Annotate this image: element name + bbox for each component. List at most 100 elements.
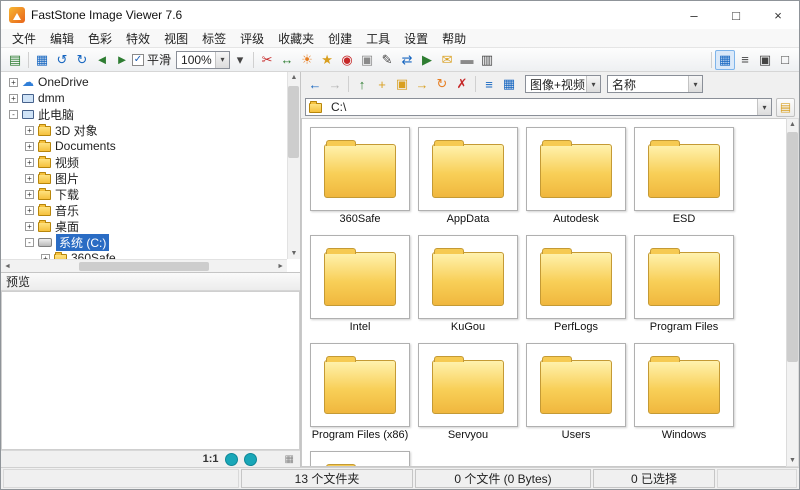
move-to-folder-icon[interactable]: →: [412, 74, 432, 94]
tree-item-music[interactable]: + 音乐: [3, 202, 300, 218]
tree-item-dmm[interactable]: + dmm: [3, 90, 300, 106]
close-button[interactable]: ×: [757, 1, 799, 29]
scroll-up-icon[interactable]: ▲: [291, 74, 298, 81]
scroll-down-icon[interactable]: ▼: [291, 250, 298, 257]
tree-item-videos[interactable]: + 视频: [3, 154, 300, 170]
folder-thumb-servyou[interactable]: Servyou: [418, 343, 518, 441]
browser-scrollbar-thumb[interactable]: [787, 132, 798, 362]
effects-icon[interactable]: ★: [317, 50, 337, 70]
folder-up-icon[interactable]: ↑: [352, 74, 372, 94]
folder-thumb-program-files[interactable]: Program Files: [634, 235, 734, 333]
folder-thumb-program-files-x86[interactable]: Program Files (x86): [310, 343, 410, 441]
folder-thumb-windows[interactable]: Windows: [634, 343, 734, 441]
rotate-right-icon[interactable]: ↻: [72, 50, 92, 70]
tree-item-documents[interactable]: + Documents: [3, 138, 300, 154]
folder-thumb-intel[interactable]: Intel: [310, 235, 410, 333]
menu-colors[interactable]: 色彩: [81, 30, 119, 47]
folder-thumb-autodesk[interactable]: Autodesk: [526, 127, 626, 225]
folder-thumb-appdata[interactable]: AppData: [418, 127, 518, 225]
panel-resize-icon[interactable]: ▦: [285, 454, 294, 465]
scroll-right-icon[interactable]: ►: [277, 263, 284, 270]
expander-icon[interactable]: +: [25, 158, 34, 167]
tiles-view-icon[interactable]: ▦: [499, 74, 519, 94]
new-folder-icon[interactable]: +: [372, 74, 392, 94]
resize-icon[interactable]: ↔: [277, 50, 297, 70]
crop-icon[interactable]: ✂: [257, 50, 277, 70]
expander-icon[interactable]: +: [25, 190, 34, 199]
tree-item-3d-objects[interactable]: + 3D 对象: [3, 122, 300, 138]
prev-image-icon[interactable]: ◄: [92, 50, 112, 70]
folder-thumb-360safe[interactable]: 360Safe: [310, 127, 410, 225]
scroll-down-icon[interactable]: ▼: [789, 457, 796, 464]
layout-view-icon[interactable]: ▣: [755, 50, 775, 70]
red-eye-icon[interactable]: ◉: [337, 50, 357, 70]
folder-thumb-perflogs[interactable]: PerfLogs: [526, 235, 626, 333]
chevron-down-icon[interactable]: ▾: [757, 99, 771, 115]
scroll-up-icon[interactable]: ▲: [789, 121, 796, 128]
zoom-combobox[interactable]: 100% ▾: [176, 51, 230, 69]
list-view-icon[interactable]: ≡: [735, 50, 755, 70]
zoom-fit-icon[interactable]: [225, 453, 238, 466]
minimize-button[interactable]: –: [673, 1, 715, 29]
menu-view[interactable]: 视图: [157, 30, 195, 47]
tree-hscrollbar-thumb[interactable]: [79, 262, 209, 271]
expander-icon[interactable]: +: [25, 222, 34, 231]
browse-icon[interactable]: ▤: [5, 50, 25, 70]
scan-icon[interactable]: ▬: [457, 50, 477, 70]
expander-icon[interactable]: +: [25, 174, 34, 183]
compare-icon[interactable]: ⇄: [397, 50, 417, 70]
filter-combobox[interactable]: 图像+视频 ▾: [525, 75, 601, 93]
tree-horizontal-scrollbar[interactable]: ◄ ►: [1, 259, 287, 272]
fullscreen-icon[interactable]: □: [775, 50, 795, 70]
forward-icon[interactable]: →: [325, 74, 345, 94]
tree-scrollbar-thumb[interactable]: [288, 86, 299, 158]
details-view-icon[interactable]: ≡: [479, 74, 499, 94]
tree-item-this-pc[interactable]: - 此电脑: [3, 106, 300, 122]
chevron-down-icon[interactable]: ▾: [586, 76, 600, 92]
tree-item-system-c[interactable]: - 系统 (C:): [3, 234, 300, 250]
zoom-options-icon[interactable]: ▾: [230, 50, 250, 70]
tree-item-onedrive[interactable]: + ☁ OneDrive: [3, 74, 300, 90]
print-icon[interactable]: ▥: [477, 50, 497, 70]
refresh-icon[interactable]: ↻: [432, 74, 452, 94]
menu-file[interactable]: 文件: [5, 30, 43, 47]
menu-edit[interactable]: 编辑: [43, 30, 81, 47]
address-combobox[interactable]: C:\ ▾: [305, 98, 772, 116]
menu-tools[interactable]: 工具: [359, 30, 397, 47]
next-image-icon[interactable]: ►: [112, 50, 132, 70]
expander-icon[interactable]: +: [9, 94, 18, 103]
smooth-checkbox[interactable]: ✓: [132, 54, 144, 66]
scroll-left-icon[interactable]: ◄: [4, 263, 11, 270]
chevron-down-icon[interactable]: ▾: [215, 52, 229, 68]
clone-stamp-icon[interactable]: ▣: [357, 50, 377, 70]
rotate-left-icon[interactable]: ↺: [52, 50, 72, 70]
expander-icon[interactable]: +: [25, 126, 34, 135]
menu-settings[interactable]: 设置: [397, 30, 435, 47]
expander-icon[interactable]: +: [9, 78, 18, 87]
delete-icon[interactable]: ✗: [452, 74, 472, 94]
slideshow-icon[interactable]: ▶: [417, 50, 437, 70]
sort-combobox[interactable]: 名称 ▾: [607, 75, 703, 93]
back-icon[interactable]: ←: [305, 74, 325, 94]
menu-create[interactable]: 创建: [321, 30, 359, 47]
folder-thumb-users[interactable]: Users: [526, 343, 626, 441]
menu-effects[interactable]: 特效: [119, 30, 157, 47]
thumbnails-view-icon[interactable]: ▦: [715, 50, 735, 70]
expander-icon[interactable]: -: [9, 110, 18, 119]
tree-item-pictures[interactable]: + 图片: [3, 170, 300, 186]
folder-thumb-kugou[interactable]: KuGou: [418, 235, 518, 333]
expander-icon[interactable]: +: [25, 206, 34, 215]
tree-item-downloads[interactable]: + 下载: [3, 186, 300, 202]
open-file-icon[interactable]: ▦: [32, 50, 52, 70]
menu-favorites[interactable]: 收藏夹: [271, 30, 321, 47]
folder-thumb-partial[interactable]: [310, 451, 410, 467]
draw-icon[interactable]: ✎: [377, 50, 397, 70]
menu-rating[interactable]: 评级: [233, 30, 271, 47]
menu-help[interactable]: 帮助: [435, 30, 473, 47]
tree-panel-toggle-icon[interactable]: ▤: [776, 98, 795, 117]
chevron-down-icon[interactable]: ▾: [688, 76, 702, 92]
adjust-colors-icon[interactable]: ☀: [297, 50, 317, 70]
email-icon[interactable]: ✉: [437, 50, 457, 70]
expander-icon[interactable]: +: [25, 142, 34, 151]
maximize-button[interactable]: □: [715, 1, 757, 29]
